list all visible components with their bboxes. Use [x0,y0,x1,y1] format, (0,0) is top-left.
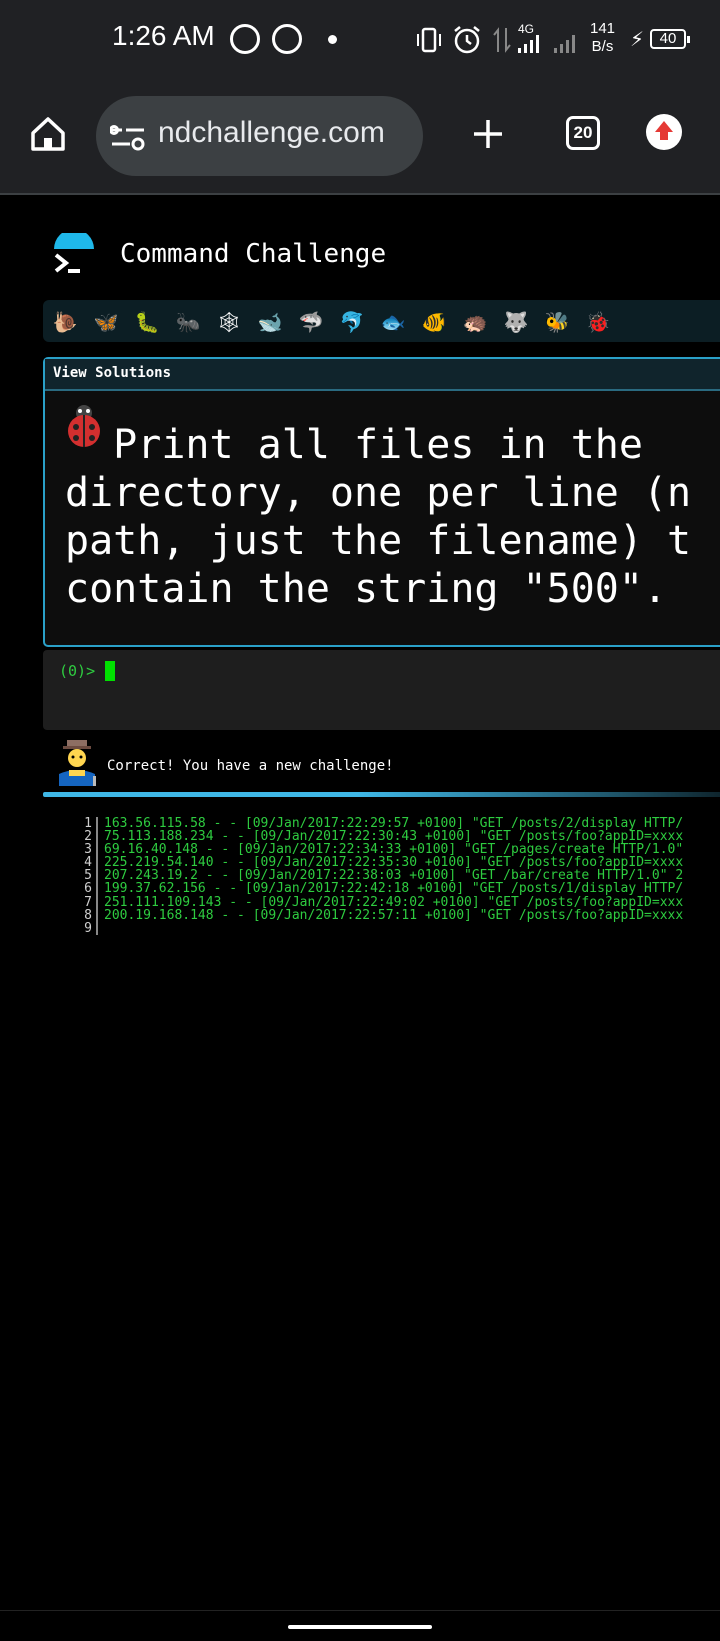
data-rate-value: 141 [590,20,616,37]
alarm-icon [454,26,480,54]
vibrate-icon [417,27,441,53]
line-number: 7 [70,895,98,909]
fish-icon[interactable]: 🐟 [379,308,407,336]
browser-toolbar: ndchallenge.com 20 [0,84,720,195]
address-bar[interactable]: ndchallenge.com [96,96,423,176]
page-content: Command Challenge 🐌 🦋 🐛 🐜 🕸 🐋 🦈 🐬 🐟 🐠 🦔 🐺 🐝 🐞 View So… [0,195,720,1610]
level-selector: 🐌 🦋 🐛 🐜 🕸 🐋 🦈 🐬 🐟 🐠 🦔 🐺 🐝 🐞 [43,300,720,342]
terminal-prompt: (0)> [59,662,96,680]
challenge-card: View Solutions Print all files in the di… [43,357,720,647]
hedgehog-icon[interactable]: 🦔 [461,308,489,336]
site-settings-icon[interactable] [110,122,146,152]
command-output: 1 163.56.115.58 - - [09/Jan/2017:22:29:57… [70,817,720,935]
whale-icon[interactable]: 🐋 [256,308,284,336]
guard-avatar-icon [59,740,96,786]
home-gesture-handle[interactable] [288,1625,432,1629]
card-header: View Solutions [45,359,720,391]
line-number: 8 [70,909,98,922]
status-bar: 1:26 AM 4G 141 B/s ⚡ 40 [0,0,720,84]
data-arrows-icon [493,27,511,53]
result-banner: Correct! You have a new challenge! [55,740,720,790]
status-time: 1:26 AM [112,20,215,51]
system-nav-bar [0,1610,720,1641]
line-number: 6 [70,882,98,896]
view-solutions-link[interactable]: View Solutions [53,365,171,381]
terminal-input[interactable]: (0)> [43,650,720,730]
url-text[interactable]: ndchallenge.com [158,116,385,150]
whatsapp-icon [272,24,302,54]
spider-web-icon[interactable]: 🕸 [215,308,243,336]
notification-dot-icon [328,35,337,44]
whatsapp-icon [230,24,260,54]
bee-icon[interactable]: 🐝 [543,308,571,336]
tab-switcher-button[interactable]: 20 [566,116,600,150]
charging-icon: ⚡ [630,27,645,51]
tropical-fish-icon[interactable]: 🐠 [420,308,448,336]
output-line: 9 [70,922,720,935]
ant-icon[interactable]: 🐜 [174,308,202,336]
challenge-text: Print all files in the directory, one pe… [65,422,692,612]
line-text: 200.19.168.148 - - [09/Jan/2017:22:57:11… [104,907,684,923]
snail-icon[interactable]: 🐌 [51,308,79,336]
line-number: 9 [70,922,98,935]
progress-divider [43,792,720,797]
battery-icon: 40 [650,29,690,49]
dolphin-icon[interactable]: 🐬 [338,308,366,336]
new-tab-icon[interactable] [470,116,506,152]
home-icon[interactable] [28,114,68,154]
signal-icon [518,35,575,53]
butterfly-icon[interactable]: 🦋 [92,308,120,336]
shark-icon[interactable]: 🦈 [297,308,325,336]
output-line: 8 200.19.168.148 - - [09/Jan/2017:22:57:1… [70,909,720,922]
caterpillar-icon[interactable]: 🐛 [133,308,161,336]
ladybug-icon[interactable]: 🐞 [584,308,612,336]
data-rate-unit: B/s [591,38,614,55]
update-icon[interactable] [646,114,682,150]
site-title[interactable]: Command Challenge [120,239,386,269]
terminal-logo-icon[interactable] [50,233,98,281]
data-rate: 141 B/s [590,20,615,56]
terminal-cursor [105,661,115,681]
result-message: Correct! You have a new challenge! [107,758,394,774]
wolf-icon[interactable]: 🐺 [502,308,530,336]
